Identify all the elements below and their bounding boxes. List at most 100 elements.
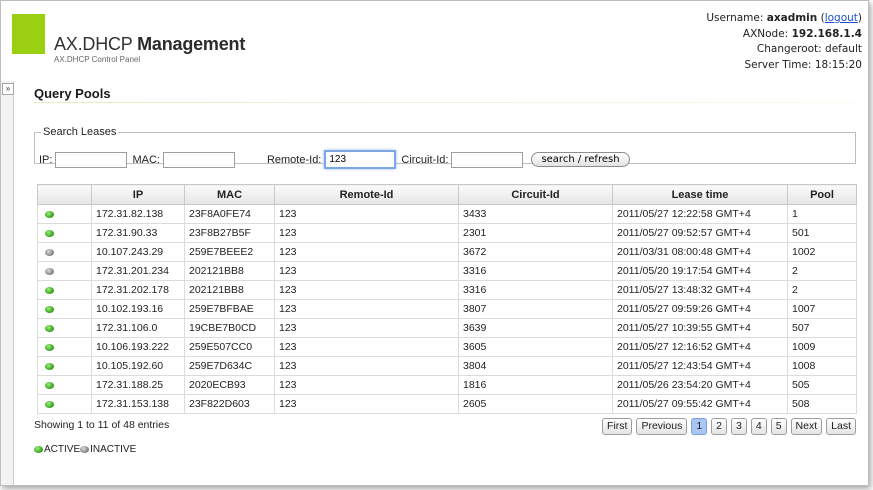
mac-cell: 2020ECB93 [184, 375, 275, 395]
username-label: Username: [706, 12, 764, 24]
logout-link[interactable]: logout [825, 12, 858, 24]
entries-info: Showing 1 to 11 of 48 entries [34, 419, 170, 431]
page-2-button[interactable]: 2 [711, 418, 728, 435]
lease-time-cell: 2011/05/27 09:55:42 GMT+4 [612, 394, 788, 414]
legend-active-label: ACTIVE [44, 444, 81, 455]
column-header-status[interactable] [37, 184, 92, 205]
circuit-id-cell: 3672 [458, 242, 613, 262]
legend-inactive-label: INACTIVE [90, 444, 137, 455]
expand-sidebar-icon[interactable]: » [2, 83, 14, 95]
ip-cell: 10.102.193.16 [91, 299, 185, 319]
search-leases-panel: Search Leases IP: MAC: Remote-Id: Circui… [34, 126, 856, 169]
remote-id-cell: 123 [274, 204, 459, 224]
ip-cell: 172.31.90.33 [91, 223, 185, 243]
table-row[interactable]: 172.31.202.178 202121BB8 123 3316 2011/05/27… [37, 280, 857, 300]
status-cell [37, 394, 92, 414]
circuit-id-cell: 3639 [458, 318, 613, 338]
remote-id-cell: 123 [274, 356, 459, 376]
logo [12, 14, 45, 54]
column-header-remote-id[interactable]: Remote-Id [274, 184, 459, 205]
last-page-button[interactable]: Last [826, 418, 856, 435]
lease-time-cell: 2011/05/20 19:17:54 GMT+4 [612, 261, 788, 281]
pool-cell: 505 [787, 375, 857, 395]
table-row[interactable]: 172.31.90.33 23F8B27B5F 123 2301 2011/05/27 … [37, 223, 857, 243]
pool-cell: 1 [787, 204, 857, 224]
pool-cell: 1009 [787, 337, 857, 357]
server-time-value: 18:15:20 [814, 58, 862, 71]
ip-label: IP: [39, 153, 53, 166]
mac-cell: 23F8A0FE74 [184, 204, 275, 224]
mac-label: MAC: [132, 153, 160, 166]
server-info: Username: axadmin (logout) AXNode: 192.1… [706, 11, 862, 73]
status-cell [37, 318, 92, 338]
table-row[interactable]: 172.31.201.234 202121BB8 123 3316 2011/05/20… [37, 261, 857, 281]
lease-time-cell: 2011/05/27 10:39:55 GMT+4 [612, 318, 788, 338]
pool-cell: 1008 [787, 356, 857, 376]
lease-time-cell: 2011/05/27 12:16:52 GMT+4 [612, 337, 788, 357]
title-divider [34, 102, 860, 103]
page-3-button[interactable]: 3 [731, 418, 747, 435]
active-status-icon [45, 400, 54, 408]
active-dot-icon [34, 446, 43, 453]
page-1-button[interactable]: 1 [691, 418, 708, 435]
mac-cell: 259E7BEEE2 [184, 242, 275, 262]
table-row[interactable]: 10.107.243.29 259E7BEEE2 123 3672 2011/03/31… [37, 242, 857, 262]
table-row[interactable]: 172.31.188.25 2020ECB93 123 1816 2011/05/26 … [37, 375, 857, 395]
column-header-ip[interactable]: IP [91, 184, 185, 205]
app-subtitle: AX.DHCP Control Panel [54, 55, 141, 64]
app-title-light: AX.DHCP [54, 34, 133, 54]
changeroot-value: default [825, 43, 862, 55]
server-time-label: Server Time: [744, 58, 812, 71]
status-legend: ACTIVE INACTIVE [34, 444, 136, 455]
ip-cell: 172.31.106.0 [91, 318, 185, 338]
app-window: AX.DHCP Management AX.DHCP Control Panel… [0, 0, 869, 486]
inactive-status-icon [45, 248, 54, 256]
remote-id-input[interactable] [324, 150, 397, 169]
table-row[interactable]: 10.106.193.222 259E507CC0 123 3605 2011/05/2… [37, 337, 857, 357]
table-row[interactable]: 172.31.106.0 19CBE7B0CD 123 3639 2011/05/27 … [37, 318, 857, 338]
table-row[interactable]: 10.105.192.60 259E7D634C 123 3804 2011/05/27… [37, 356, 857, 376]
circuit-id-cell: 3316 [458, 280, 613, 300]
mac-cell: 19CBE7B0CD [184, 318, 275, 338]
column-header-circuit-id[interactable]: Circuit-Id [458, 184, 613, 205]
inactive-status-icon [45, 267, 54, 275]
circuit-id-input[interactable] [451, 151, 524, 168]
column-header-lease-time[interactable]: Lease time [612, 184, 788, 205]
page-5-button[interactable]: 5 [770, 418, 787, 435]
status-cell [37, 204, 92, 224]
circuit-id-cell: 2301 [458, 223, 613, 243]
mac-cell: 259E507CC0 [184, 337, 275, 357]
remote-id-cell: 123 [274, 318, 459, 338]
app-title: AX.DHCP Management [54, 34, 245, 55]
ip-cell: 172.31.188.25 [91, 375, 185, 395]
circuit-id-cell: 3605 [458, 337, 613, 357]
pool-cell: 501 [787, 223, 857, 243]
axnode-value: 192.168.1.4 [791, 27, 862, 40]
ip-input[interactable] [55, 151, 128, 168]
table-row[interactable]: 172.31.82.138 23F8A0FE74 123 3433 2011/05/27… [37, 204, 857, 224]
lease-time-cell: 2011/05/26 23:54:20 GMT+4 [612, 375, 788, 395]
table-row[interactable]: 172.31.153.138 23F822D603 123 2605 2011/05/2… [37, 394, 857, 414]
status-cell [37, 280, 92, 300]
remote-id-cell: 123 [274, 242, 459, 262]
status-cell [37, 223, 92, 243]
search-refresh-button[interactable]: search / refresh [531, 152, 630, 167]
table-row[interactable]: 10.102.193.16 259E7BFBAE 123 3807 2011/05/27… [37, 299, 857, 319]
column-header-pool[interactable]: Pool [787, 184, 857, 205]
lease-time-cell: 2011/03/31 08:00:48 GMT+4 [612, 242, 788, 262]
lease-time-cell: 2011/05/27 09:59:26 GMT+4 [612, 299, 788, 319]
ip-cell: 10.106.193.222 [91, 337, 185, 357]
inactive-dot-icon [80, 446, 90, 453]
lease-time-cell: 2011/05/27 12:22:58 GMT+4 [612, 204, 788, 224]
mac-input[interactable] [162, 151, 235, 168]
page-4-button[interactable]: 4 [750, 418, 767, 435]
remote-id-cell: 123 [274, 261, 459, 281]
next-page-button[interactable]: Next [790, 418, 823, 435]
mac-cell: 259E7D634C [184, 356, 275, 376]
sidebar-collapsed [1, 81, 14, 485]
column-header-mac[interactable]: MAC [184, 184, 275, 205]
previous-page-button[interactable]: Previous [636, 418, 688, 435]
active-status-icon [45, 229, 54, 237]
first-page-button[interactable]: First [602, 418, 633, 435]
remote-id-cell: 123 [274, 223, 459, 243]
